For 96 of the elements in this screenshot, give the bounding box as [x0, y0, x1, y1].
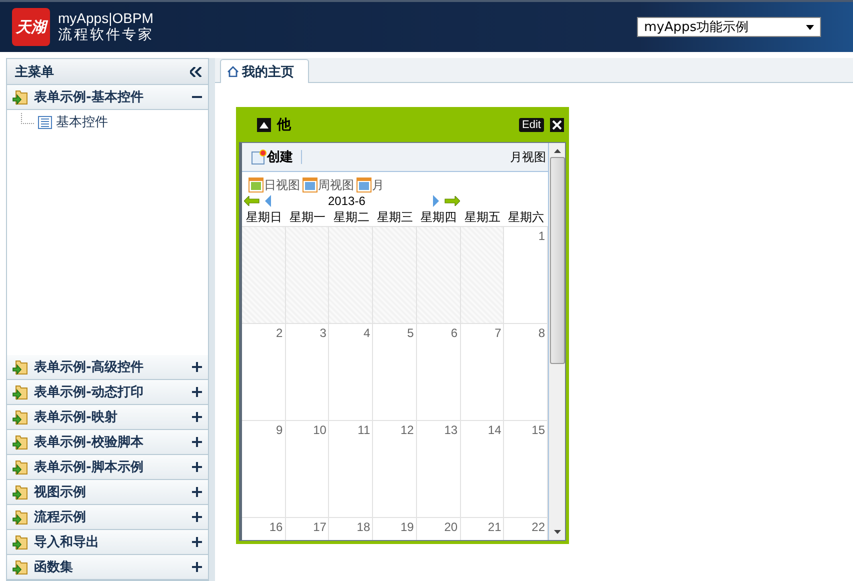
weekday-header: 星期日: [244, 208, 283, 226]
folder-arrow-icon: [12, 410, 28, 424]
folder-arrow-icon: [12, 460, 28, 474]
scroll-down-icon[interactable]: [554, 530, 560, 534]
portlet-title: 他: [277, 116, 292, 134]
logo: 天湖: [12, 8, 50, 46]
day-cell[interactable]: 21: [460, 518, 504, 540]
weekday-header: 星期五: [463, 208, 502, 226]
view-button[interactable]: 日视图: [248, 176, 300, 194]
app-select[interactable]: myApps功能示例: [637, 17, 821, 37]
day-cell[interactable]: [242, 227, 286, 323]
scrollbar[interactable]: [549, 143, 565, 540]
menu-item[interactable]: 基本控件: [7, 110, 208, 134]
collapse-icon[interactable]: [257, 118, 271, 132]
previous-month-icon[interactable]: [264, 195, 272, 207]
day-cell[interactable]: [286, 227, 330, 323]
expand-icon[interactable]: [192, 412, 202, 422]
product-subtitle: 流程软件专家: [58, 27, 154, 44]
day-cell[interactable]: 20: [416, 518, 461, 540]
menu-group[interactable]: 视图示例: [7, 480, 208, 505]
scroll-up-icon[interactable]: [554, 149, 560, 153]
folder-arrow-icon: [12, 534, 28, 550]
folder-arrow-icon: [12, 484, 28, 500]
day-cell[interactable]: 17: [286, 518, 330, 540]
close-button[interactable]: [550, 118, 564, 132]
menu-group[interactable]: 表单示例-高级控件: [7, 355, 208, 380]
previous-year-icon[interactable]: [244, 196, 260, 206]
day-cell[interactable]: 3: [286, 324, 330, 420]
product-name: myApps|OBPM: [58, 10, 154, 27]
folder-arrow-icon: [12, 510, 28, 524]
day-cell[interactable]: [460, 227, 504, 323]
menu-group[interactable]: 表单示例-映射: [7, 405, 208, 430]
menu-group[interactable]: 函数集: [7, 555, 208, 580]
expand-icon[interactable]: [192, 512, 202, 522]
folder-arrow-icon: [12, 434, 28, 450]
expand-icon[interactable]: [192, 562, 202, 572]
day-cell[interactable]: 14: [460, 421, 504, 517]
menu-group[interactable]: 表单示例-脚本示例: [7, 455, 208, 480]
period-label: 2013-6: [328, 194, 366, 208]
folder-arrow-icon: [12, 560, 28, 574]
day-cell[interactable]: 5: [373, 324, 417, 420]
day-cell[interactable]: 4: [329, 324, 374, 420]
calendar-icon: [302, 177, 318, 193]
day-cell[interactable]: [329, 227, 374, 323]
caret-icon: [806, 24, 814, 30]
day-cell[interactable]: 7: [460, 324, 504, 420]
menu-group[interactable]: 表单示例-动态打印: [7, 380, 208, 405]
day-cell[interactable]: 6: [416, 324, 461, 420]
day-cell[interactable]: [373, 227, 417, 323]
home-icon: [227, 66, 239, 77]
menu-group[interactable]: 表单示例-校验脚本: [7, 430, 208, 455]
weekday-header: 星期二: [332, 208, 370, 226]
day-cell[interactable]: 13: [416, 421, 461, 517]
menu-group[interactable]: 流程示例: [7, 505, 208, 530]
day-cell[interactable]: 1: [504, 227, 548, 323]
new-document-icon: [251, 149, 267, 165]
view-button[interactable]: 月: [356, 176, 384, 194]
day-cell[interactable]: 2: [242, 324, 286, 420]
expand-icon[interactable]: [192, 487, 202, 497]
expand-icon[interactable]: [192, 462, 202, 472]
day-cell[interactable]: 22: [504, 518, 548, 540]
folder-arrow-icon: [12, 360, 28, 374]
calendar-icon: [248, 177, 264, 193]
day-cell[interactable]: 15: [504, 421, 548, 517]
day-cell[interactable]: 8: [504, 324, 548, 420]
weekday-header: 星期三: [376, 208, 414, 226]
collapse-sidebar-icon[interactable]: [190, 66, 202, 76]
day-cell[interactable]: 18: [329, 518, 374, 540]
expand-icon[interactable]: [192, 537, 202, 547]
folder-arrow-icon: [12, 90, 28, 104]
expand-icon[interactable]: [192, 387, 202, 397]
day-cell[interactable]: 9: [242, 421, 286, 517]
day-cell[interactable]: [416, 227, 461, 323]
create-button[interactable]: 创建: [251, 148, 293, 166]
table-icon: [38, 116, 52, 128]
day-cell[interactable]: 10: [286, 421, 330, 517]
calendar-icon: [356, 177, 372, 193]
weekday-header: 星期六: [507, 208, 546, 226]
day-cell[interactable]: 19: [373, 518, 417, 540]
day-cell[interactable]: 11: [329, 421, 374, 517]
edit-button[interactable]: Edit: [519, 118, 544, 132]
view-button[interactable]: 周视图: [302, 176, 354, 194]
current-view-label: 月视图: [510, 148, 546, 166]
tab[interactable]: 我的主页: [220, 59, 309, 83]
sidebar-header: 主菜单: [7, 59, 208, 85]
expand-icon[interactable]: [192, 437, 202, 447]
next-year-icon[interactable]: [444, 196, 460, 206]
folder-arrow-icon: [12, 384, 28, 400]
day-cell[interactable]: 16: [242, 518, 286, 540]
expand-icon[interactable]: [192, 362, 202, 372]
menu-group[interactable]: 表单示例-基本控件: [7, 85, 208, 110]
next-month-icon[interactable]: [432, 195, 440, 207]
weekday-header: 星期一: [288, 208, 327, 226]
day-cell[interactable]: 12: [373, 421, 417, 517]
menu-group[interactable]: 导入和导出: [7, 530, 208, 555]
weekday-header: 星期四: [420, 208, 458, 226]
